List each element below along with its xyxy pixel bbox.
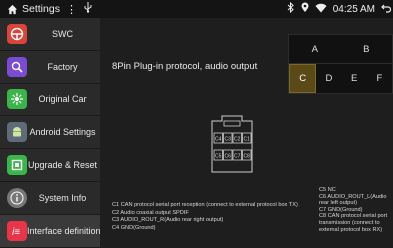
location-icon xyxy=(301,2,309,16)
steering-wheel-icon xyxy=(7,23,27,44)
pin-description: C5 NC xyxy=(319,187,336,193)
sidebar-item-swc[interactable]: SWC xyxy=(0,18,100,51)
pin-description: C6 AUDIO_ROUT_L(Audio rear left output) xyxy=(319,193,387,207)
pin-descriptions-right: C5 NC C6 AUDIO_ROUT_L(Audio rear left ou… xyxy=(319,187,391,233)
tab-b[interactable]: B xyxy=(341,35,393,63)
pin-description: C7 GND(Ground) xyxy=(319,206,363,213)
upgrade-icon xyxy=(7,155,27,176)
pin-c3: C3 xyxy=(223,132,233,144)
pin-c5-label: C5 xyxy=(215,154,222,160)
pin-c6: C6 xyxy=(223,149,233,161)
factory-icon xyxy=(7,56,27,77)
pin-c8-label: C8 xyxy=(244,154,251,160)
sidebar-item-android-settings[interactable]: Android Settings xyxy=(0,116,100,150)
original-car-icon xyxy=(7,89,27,110)
pin-c4-label: C4 xyxy=(215,137,222,143)
sidebar-item-label: Interface definition xyxy=(27,225,100,236)
pin-description: C1 CAN protocol serial port reception (c… xyxy=(112,202,298,208)
interface-icon: i≡ xyxy=(7,220,27,241)
connector-tabs: A B C D E F xyxy=(288,34,393,94)
info-icon xyxy=(7,187,27,208)
sidebar-item-label: System Info xyxy=(38,192,87,203)
pin-c5: C5 xyxy=(213,149,223,161)
clock-time: 04:25 AM xyxy=(332,3,375,15)
pin-c1: C1 xyxy=(242,132,252,144)
pin-description: C3 AUDIO_ROUT_R(Audio rear right output) xyxy=(112,217,224,224)
sidebar-item-original-car[interactable]: Original Car xyxy=(0,84,100,117)
pin-description: C2 Audio coaxial output SPDIF xyxy=(112,209,189,216)
sidebar-item-label: Android Settings xyxy=(29,127,96,138)
pin-c2: C2 xyxy=(232,132,242,144)
settings-sidebar: SWC Factory Original Car Android Setting… xyxy=(0,18,100,248)
interface-definition-panel: 8Pin Plug-in protocol, audio output A B … xyxy=(100,18,393,248)
tab-a[interactable]: A xyxy=(289,35,341,63)
pin-c1-label: C1 xyxy=(244,137,251,143)
sidebar-item-upgrade-reset[interactable]: Upgrade & Reset xyxy=(0,149,100,182)
tab-c[interactable]: C xyxy=(289,64,317,93)
page-title: Settings xyxy=(22,3,60,15)
pin-c3-label: C3 xyxy=(225,137,232,143)
sidebar-item-label: Factory xyxy=(47,61,78,72)
sidebar-item-label: Original Car xyxy=(38,94,87,105)
connector-diagram: C4 C3 C2 C1 C5 C6 C7 C8 xyxy=(211,115,253,173)
usb-icon xyxy=(83,2,93,16)
pin-c6-label: C6 xyxy=(225,154,232,160)
android-icon xyxy=(7,122,27,143)
more-vert-icon[interactable]: ⋮ xyxy=(66,3,77,16)
pin-c8: C8 xyxy=(242,149,252,161)
pin-c4: C4 xyxy=(213,132,223,144)
protocol-heading: 8Pin Plug-in protocol, audio output xyxy=(112,61,258,72)
sidebar-item-interface-definition[interactable]: i≡ Interface definition xyxy=(0,214,100,248)
tab-d[interactable]: D xyxy=(316,64,341,93)
sidebar-item-system-info[interactable]: System Info xyxy=(0,182,100,215)
status-bar: Settings ⋮ 04:25 AM xyxy=(0,0,393,18)
svg-text:i≡: i≡ xyxy=(12,227,20,238)
tab-f[interactable]: F xyxy=(367,64,392,93)
sidebar-item-label: SWC xyxy=(52,28,73,39)
pin-descriptions-left: C1 CAN protocol serial port reception (c… xyxy=(112,202,322,232)
wifi-icon xyxy=(315,3,327,16)
pin-c7-label: C7 xyxy=(234,154,241,160)
pin-description: C4 GND(Ground) xyxy=(112,224,156,231)
bluetooth-icon xyxy=(287,1,295,16)
sidebar-item-label: Upgrade & Reset xyxy=(27,160,98,171)
home-icon[interactable] xyxy=(6,3,18,15)
tab-e[interactable]: E xyxy=(342,64,367,93)
back-icon[interactable] xyxy=(381,3,392,16)
sidebar-item-factory[interactable]: Factory xyxy=(0,51,100,84)
pin-description: C8 CAN protocol serial port transmission… xyxy=(319,213,388,233)
pin-c2-label: C2 xyxy=(234,137,241,143)
pin-c7: C7 xyxy=(232,149,242,161)
